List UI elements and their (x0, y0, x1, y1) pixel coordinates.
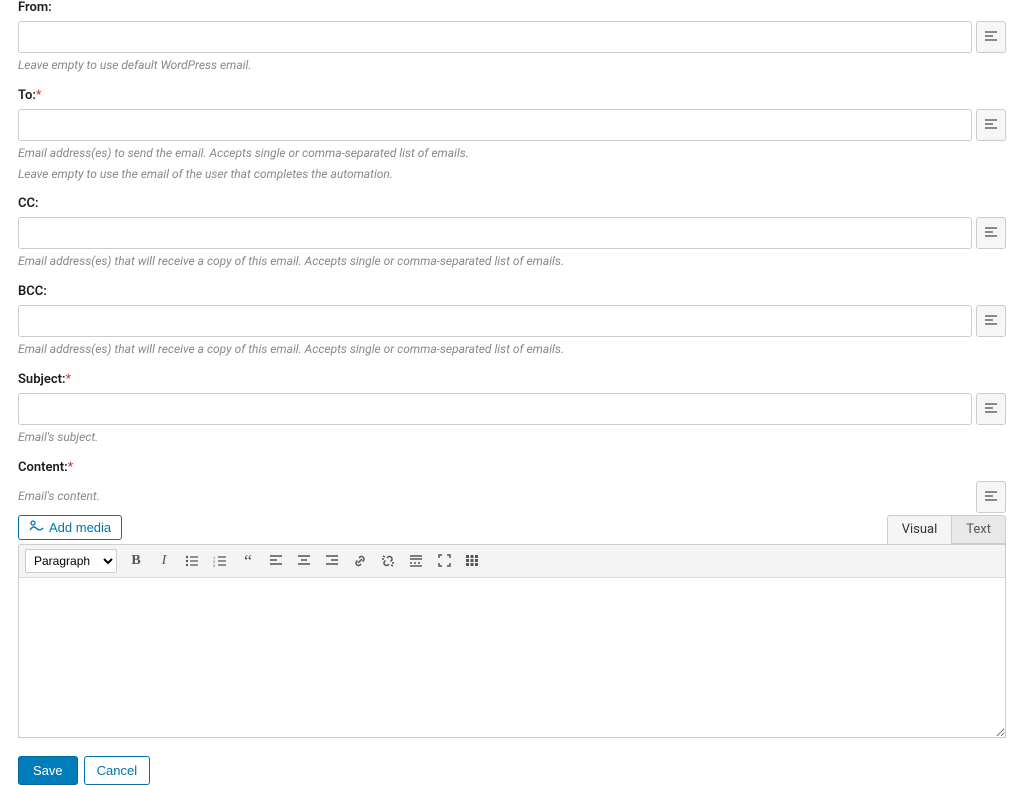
content-help: Email's content. (18, 488, 100, 505)
number-list-icon: 123 (213, 555, 227, 567)
align-left-icon (984, 31, 998, 43)
from-input[interactable] (18, 21, 972, 53)
cc-help: Email address(es) that will receive a co… (18, 253, 1006, 270)
italic-button[interactable]: I (151, 549, 177, 573)
content-editor[interactable] (18, 578, 1006, 738)
bcc-tags-button[interactable] (976, 305, 1006, 337)
tab-visual[interactable]: Visual (887, 515, 953, 544)
to-help-1: Email address(es) to send the email. Acc… (18, 145, 1006, 162)
cc-input-row (18, 217, 1006, 249)
content-tags-button[interactable] (976, 481, 1006, 513)
bullet-list-icon (185, 555, 199, 567)
align-left-icon (984, 315, 998, 327)
bcc-input-row (18, 305, 1006, 337)
align-center-button[interactable] (291, 549, 317, 573)
from-input-row (18, 21, 1006, 53)
add-media-label: Add media (49, 520, 111, 535)
number-list-button[interactable]: 123 (207, 549, 233, 573)
read-more-button[interactable] (403, 549, 429, 573)
field-from: From: Leave empty to use default WordPre… (18, 0, 1006, 74)
field-content: Content:* Email's content. Add media Vis… (18, 460, 1006, 742)
read-more-icon (409, 555, 423, 567)
align-center-icon (297, 555, 311, 567)
bullet-list-button[interactable] (179, 549, 205, 573)
cc-label: CC: (18, 196, 1006, 211)
field-subject: Subject:* Email's subject. (18, 372, 1006, 446)
to-help-2: Leave empty to use the email of the user… (18, 166, 1006, 183)
subject-help: Email's subject. (18, 429, 1006, 446)
field-bcc: BCC: Email address(es) that will receive… (18, 284, 1006, 358)
align-left-icon (984, 491, 998, 503)
from-help: Leave empty to use default WordPress ema… (18, 57, 1006, 74)
editor-tabs: Visual Text (887, 515, 1006, 544)
cc-input[interactable] (18, 217, 972, 249)
subject-label: Subject:* (18, 372, 1006, 387)
add-media-button[interactable]: Add media (18, 515, 122, 540)
to-label: To:* (18, 88, 1006, 103)
editor-wrap: Paragraph B I 123 “ (18, 544, 1006, 742)
link-button[interactable] (347, 549, 373, 573)
field-cc: CC: Email address(es) that will receive … (18, 196, 1006, 270)
media-icon (29, 520, 44, 534)
bcc-help: Email address(es) that will receive a co… (18, 341, 1006, 358)
align-left-icon (984, 403, 998, 415)
toolbar-toggle-icon (465, 555, 479, 566)
save-button[interactable]: Save (18, 756, 78, 785)
bold-button[interactable]: B (123, 549, 149, 573)
svg-text:3: 3 (213, 563, 216, 567)
unlink-icon (381, 554, 395, 568)
align-right-button[interactable] (319, 549, 345, 573)
bcc-input[interactable] (18, 305, 972, 337)
toolbar-toggle-button[interactable] (459, 549, 485, 573)
field-to: To:* Email address(es) to send the email… (18, 88, 1006, 183)
format-select[interactable]: Paragraph (25, 549, 117, 573)
content-label: Content:* (18, 460, 1006, 475)
from-label: From: (18, 0, 1006, 15)
to-input[interactable] (18, 109, 972, 141)
subject-tags-button[interactable] (976, 393, 1006, 425)
subject-input-row (18, 393, 1006, 425)
link-icon (353, 554, 367, 568)
bcc-label: BCC: (18, 284, 1006, 299)
tab-text[interactable]: Text (952, 515, 1006, 544)
align-left-icon (269, 555, 283, 567)
editor-toolbar: Paragraph B I 123 “ (18, 544, 1006, 578)
blockquote-button[interactable]: “ (235, 549, 261, 573)
unlink-button[interactable] (375, 549, 401, 573)
fullscreen-icon (438, 554, 451, 567)
cancel-button[interactable]: Cancel (84, 756, 150, 785)
form-actions: Save Cancel (18, 756, 1006, 785)
to-tags-button[interactable] (976, 109, 1006, 141)
align-left-icon (984, 227, 998, 239)
align-right-icon (325, 555, 339, 567)
fullscreen-button[interactable] (431, 549, 457, 573)
align-left-icon (984, 119, 998, 131)
from-tags-button[interactable] (976, 21, 1006, 53)
align-left-button[interactable] (263, 549, 289, 573)
cc-tags-button[interactable] (976, 217, 1006, 249)
subject-input[interactable] (18, 393, 972, 425)
to-input-row (18, 109, 1006, 141)
editor-topbar: Add media Visual Text (18, 515, 1006, 544)
